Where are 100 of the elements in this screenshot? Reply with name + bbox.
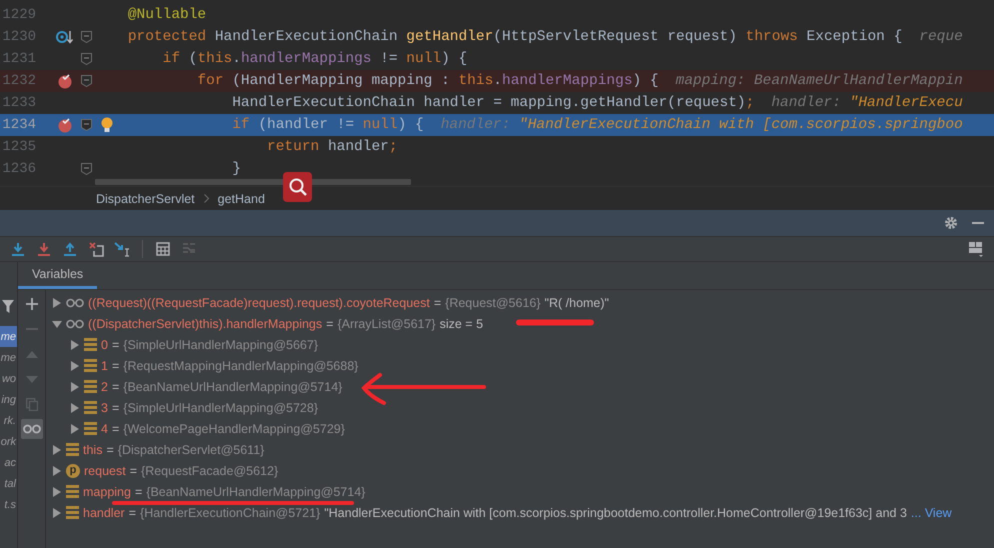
equals-sign: = [128,506,136,520]
line-number: 1233 [1,95,36,111]
equals-sign: = [112,400,120,414]
fold-icon[interactable] [81,53,92,65]
collapse-arrow-icon[interactable] [52,318,62,328]
variable-value: {ArrayList@5617} [337,316,436,330]
expand-arrow-icon[interactable] [70,360,80,370]
breadcrumb-item[interactable]: DispatcherServlet [96,192,195,206]
variable-value: {BeanNameUrlHandlerMapping@5714} [146,484,366,498]
line-number: 1234 [1,117,36,133]
settings-icon[interactable] [944,216,958,230]
expand-arrow-icon[interactable] [52,508,62,518]
fold-icon[interactable] [81,31,92,43]
frame-item[interactable]: t.s [0,494,17,515]
stacked-bars-icon [66,485,79,498]
frame-item[interactable]: ing [0,389,17,410]
equals-sign: = [106,442,114,456]
code-line: @Nullable [128,7,206,23]
lightbulb-icon[interactable] [101,117,113,133]
line-number: 1235 [1,139,36,155]
variable-name: 4 [101,422,108,436]
fold-icon[interactable] [81,119,92,131]
stacked-bars-icon [84,338,97,351]
variable-value: {BeanNameUrlHandlerMapping@5714} [123,380,342,394]
stacked-bars-icon [84,422,97,435]
variable-detail: "HandlerExecutionChain with [com.scorpios.springbootdemo.controller.HomeController@19e1f63c] and 3 [324,506,907,520]
equals-sign: = [434,296,442,310]
lines-icon [182,243,196,255]
breadcrumb-item[interactable]: getHand [218,192,265,206]
expand-arrow-icon[interactable] [52,444,62,454]
variable-name: handler [83,506,125,520]
code-line: } [232,161,241,177]
equals-sign: = [326,316,334,330]
variable-detail: size = 5 [440,316,484,330]
glasses-icon [66,318,84,328]
frame-item[interactable]: rk. [0,410,17,431]
code-line: HandlerExecutionChain handler = mapping.getHandler(request); [232,95,754,111]
line-number: 1236 [1,161,36,177]
down-triangle-icon [26,376,38,382]
search-button[interactable] [283,172,312,202]
line-number: 1231 [1,51,36,67]
down-arrow-icon [11,242,25,256]
variable-name: ((Request)((RequestFacade)request).request).coyoteRequest [88,296,430,310]
expand-arrow-icon[interactable] [70,424,80,434]
layout-icon[interactable] [968,241,984,257]
expand-arrow-icon[interactable] [70,382,80,392]
cross-frame-icon [88,242,104,256]
inline-value-hint: reque [919,29,963,45]
stacked-bars-icon [84,359,97,372]
copy-icon [26,398,38,410]
frame-item[interactable]: ac [0,452,17,473]
variable-name: 1 [101,358,108,372]
code-line: return handler; [267,139,398,155]
fold-icon[interactable] [81,75,92,87]
stacked-bars-icon [66,506,79,519]
plus-icon [26,298,38,310]
frame-item[interactable]: wo [0,368,17,389]
grid-icon [156,242,170,256]
view-link[interactable]: ... View [910,506,952,520]
chevron-icon [204,194,209,203]
frame-item[interactable]: me [0,326,17,347]
frame-item[interactable]: me [0,347,17,368]
line-number: 1229 [1,7,36,23]
fold-icon[interactable] [81,163,92,175]
stacked-bars-icon [84,380,97,393]
equals-sign: = [134,484,142,498]
variable-value: {WelcomePageHandlerMapping@5729} [123,422,345,436]
variable-value: {SimpleUrlHandlerMapping@5728} [123,400,318,414]
frame-item[interactable]: ork [0,431,17,452]
expand-arrow-icon[interactable] [52,486,62,496]
equals-sign: = [112,422,120,436]
code-line: protected HandlerExecutionChain getHandler(HttpServletRequest request) throws Exception { [128,29,902,45]
expand-arrow-icon[interactable] [52,298,62,308]
side-tool-button[interactable] [20,419,42,439]
breakpoint-icon[interactable] [57,117,73,133]
expand-arrow-icon[interactable] [52,466,62,476]
horizontal-scrollbar[interactable] [95,179,411,185]
variable-value: {RequestMappingHandlerMapping@5688} [123,358,358,372]
breakpoint-icon[interactable] [57,73,73,89]
variable-name: 2 [101,380,108,394]
ring-arrow-icon[interactable] [56,29,74,45]
line-number: 1230 [1,29,36,45]
expand-arrow-icon[interactable] [70,402,80,412]
equals-sign: = [112,338,120,352]
inline-value-hint: handler: "HandlerExecu [771,95,963,111]
variable-value: {Request@5616} [445,296,541,310]
variable-value: {RequestFacade@5612} [141,464,278,478]
variable-value: {SimpleUrlHandlerMapping@5667} [123,338,318,352]
variables-tab[interactable]: Variables [18,262,98,289]
variable-name: ((DispatcherServlet)this).handlerMappings [88,316,322,330]
down-arrow-icon [37,242,51,256]
expand-arrow-icon[interactable] [70,340,80,350]
frame-item[interactable]: tal [0,473,17,494]
code-line: for (HandlerMapping mapping : this.handlerMappings) { [197,73,659,89]
code-editor[interactable] [0,0,994,186]
equals-sign: = [112,380,120,394]
parameter-badge: p [66,464,80,478]
variable-name: request [84,464,126,478]
filter-icon[interactable] [2,300,14,314]
variable-value: {HandlerExecutionChain@5721} [140,506,320,520]
